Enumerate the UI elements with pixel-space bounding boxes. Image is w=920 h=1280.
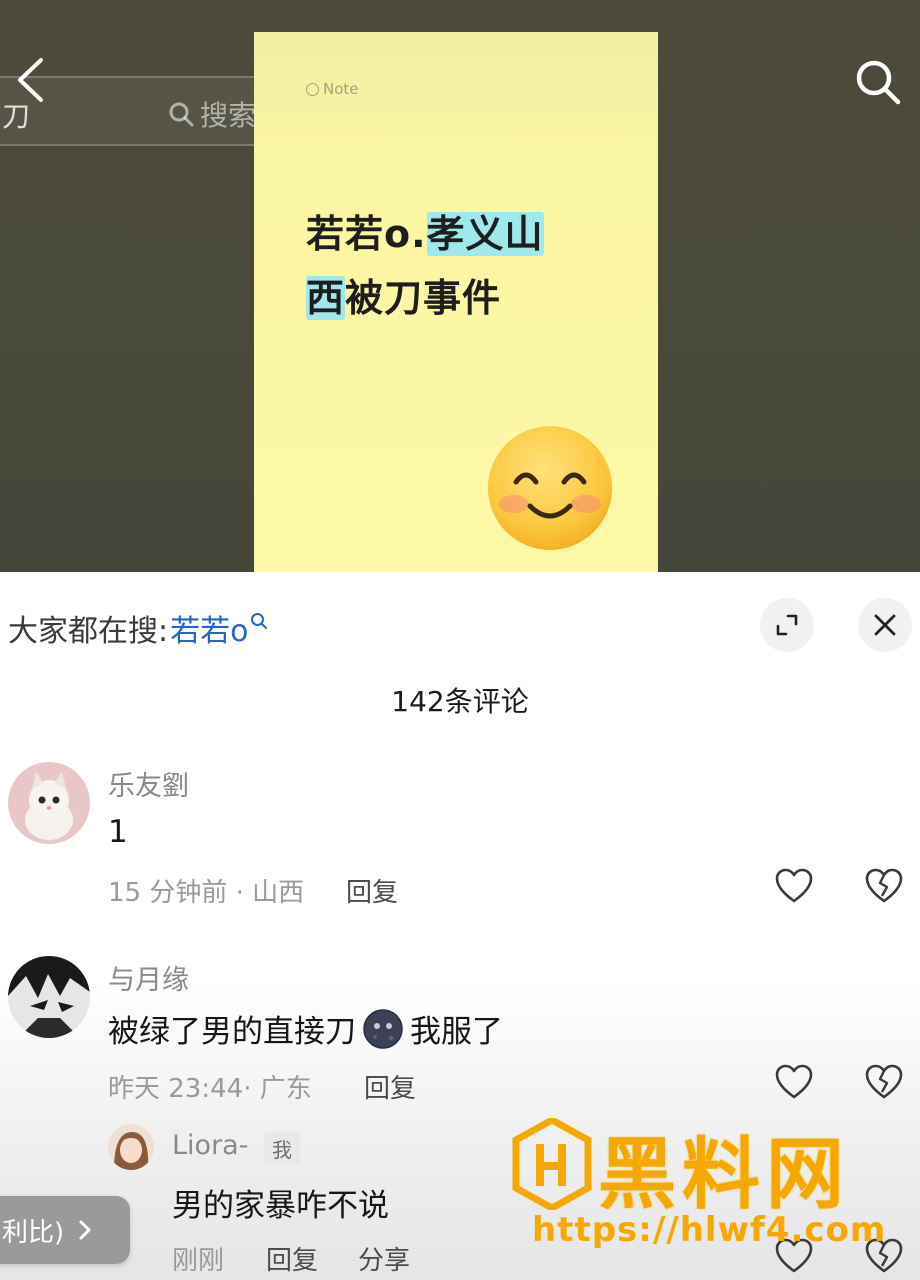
note-title-highlight-2: 西 bbox=[306, 276, 346, 320]
chevron-right-icon bbox=[79, 1220, 91, 1240]
like-button[interactable] bbox=[772, 1060, 816, 1104]
search-bar-label: 搜索 bbox=[200, 99, 257, 132]
comment-author[interactable]: 与月缘 bbox=[108, 958, 189, 997]
reply-button[interactable]: 回复 bbox=[266, 1240, 318, 1277]
search-query-text: 刀 bbox=[2, 100, 31, 133]
watermark-text: 黑料网 bbox=[598, 1130, 851, 1220]
hot-search-term[interactable]: 若若o bbox=[170, 606, 248, 650]
search-icon bbox=[856, 60, 901, 105]
smiling-face-emoji bbox=[488, 426, 612, 550]
floating-pill-button[interactable]: 利比) bbox=[0, 1196, 130, 1264]
moon-emoji-icon bbox=[363, 1008, 403, 1049]
close-icon bbox=[874, 614, 896, 636]
comment-text: 1 bbox=[108, 814, 128, 850]
comment-count: 142条评论 bbox=[391, 685, 529, 718]
reply-time: 刚刚 bbox=[172, 1246, 225, 1276]
note-title-part1: 若若o. bbox=[306, 212, 427, 256]
reply-text: 男的家暴咋不说 bbox=[172, 1188, 389, 1224]
comment-item: 与月缘 被绿了男的直接刀 我服了 昨天 23:44· 广东 回复 bbox=[0, 952, 920, 1105]
dislike-button[interactable] bbox=[862, 864, 906, 908]
watermark-url: https://hlwf4.com bbox=[532, 1210, 887, 1250]
comment-time-location: 15 分钟前 · 山西 bbox=[108, 878, 305, 908]
reply-button[interactable]: 回复 bbox=[364, 1068, 416, 1105]
user-avatar-image bbox=[108, 1124, 154, 1170]
broken-heart-icon bbox=[865, 1064, 903, 1099]
avatar[interactable] bbox=[8, 762, 90, 844]
close-button[interactable] bbox=[858, 598, 912, 652]
watermark-logo-icon bbox=[512, 1118, 592, 1210]
comment-text-part1: 被绿了男的直接刀 bbox=[108, 1014, 356, 1050]
hot-search-prefix: 大家都在搜: bbox=[8, 614, 169, 649]
comment-item: 乐友劉 1 15 分钟前 · 山西 回复 bbox=[0, 758, 920, 908]
reply-button[interactable]: 回复 bbox=[346, 872, 398, 909]
share-button[interactable]: 分享 bbox=[358, 1240, 410, 1277]
note-title: 若若o.孝义山 西被刀事件 bbox=[306, 202, 616, 330]
note-card: Note 若若o.孝义山 西被刀事件 bbox=[254, 32, 658, 572]
comment-text: 被绿了男的直接刀 我服了 bbox=[108, 1006, 503, 1051]
search-bar-button[interactable]: 搜索 bbox=[168, 94, 256, 134]
like-button[interactable] bbox=[772, 864, 816, 908]
heart-icon bbox=[775, 868, 813, 903]
broken-heart-icon bbox=[865, 868, 903, 903]
note-ring-icon bbox=[306, 82, 319, 96]
top-search-button[interactable] bbox=[848, 52, 908, 112]
expand-icon bbox=[776, 614, 798, 636]
floating-pill-label: 利比) bbox=[2, 1217, 65, 1248]
avatar[interactable] bbox=[8, 956, 90, 1038]
reply-author[interactable]: Liora- bbox=[172, 1130, 248, 1161]
me-badge: 我 bbox=[264, 1132, 300, 1165]
heart-icon bbox=[775, 1064, 813, 1099]
avatar[interactable] bbox=[108, 1124, 154, 1170]
watermark: 黑料网 https://hlwf4.com bbox=[512, 1118, 912, 1258]
note-tag: Note bbox=[306, 80, 359, 98]
note-tag-label: Note bbox=[323, 80, 359, 98]
note-title-part2: 被刀事件 bbox=[345, 276, 502, 320]
cat-avatar-image bbox=[8, 762, 90, 844]
hot-search-row[interactable]: 大家都在搜: 若若o bbox=[8, 606, 268, 650]
note-title-highlight-1: 孝义山 bbox=[426, 212, 544, 256]
search-icon bbox=[169, 102, 194, 127]
comment-text-part2: 我服了 bbox=[410, 1014, 503, 1050]
search-icon bbox=[251, 613, 268, 629]
anime-avatar-image bbox=[8, 956, 90, 1038]
comment-author[interactable]: 乐友劉 bbox=[108, 764, 189, 803]
video-area[interactable]: 刀 搜索 Note 若若o.孝义山 西被刀事件 bbox=[0, 0, 920, 572]
comment-time-location: 昨天 23:44· 广东 bbox=[108, 1074, 312, 1104]
expand-button[interactable] bbox=[760, 598, 814, 652]
search-bar[interactable]: 刀 搜索 bbox=[0, 76, 276, 146]
dislike-button[interactable] bbox=[862, 1060, 906, 1104]
